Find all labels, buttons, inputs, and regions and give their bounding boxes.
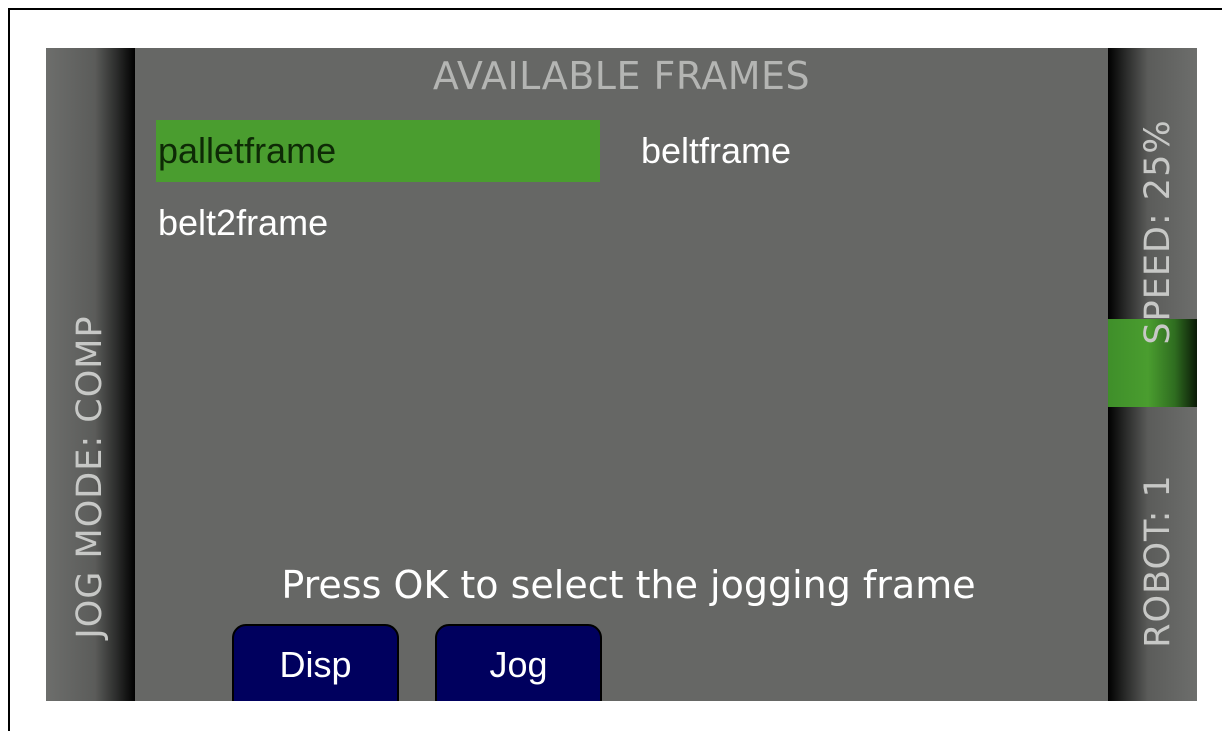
pendant-screen: JOG MODE: COMP AVAILABLE FRAMES palletfr… bbox=[46, 48, 1197, 701]
disp-button[interactable]: Disp bbox=[232, 624, 399, 701]
jog-mode-label: JOG MODE: COMP bbox=[70, 315, 110, 639]
frame-item-palletframe[interactable]: palletframe bbox=[156, 120, 600, 182]
jog-mode-bar[interactable]: JOG MODE: COMP bbox=[46, 48, 135, 701]
jog-button[interactable]: Jog bbox=[435, 624, 602, 701]
status-bar-right: SPEED: 25% ROBOT: 1 bbox=[1108, 48, 1197, 701]
speed-label: SPEED: 25% bbox=[1138, 119, 1178, 345]
frame-item-belt2frame[interactable]: belt2frame bbox=[156, 192, 456, 254]
instruction-text: Press OK to select the jogging frame bbox=[281, 563, 976, 607]
frame-item-beltframe[interactable]: beltframe bbox=[639, 120, 939, 182]
robot-label: ROBOT: 1 bbox=[1138, 474, 1178, 648]
page-title: AVAILABLE FRAMES bbox=[432, 54, 811, 98]
